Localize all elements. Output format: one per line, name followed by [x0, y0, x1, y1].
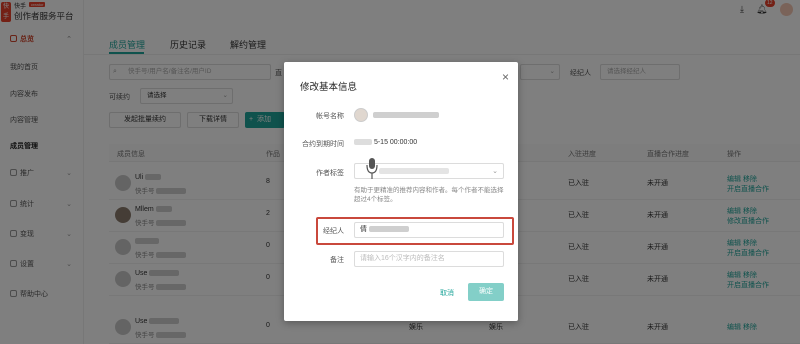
account-name-value: [373, 112, 439, 119]
remark-input[interactable]: 请输入16个汉字内的备注名: [354, 251, 504, 267]
edit-basic-info-dialog: 修改基本信息 × 帐号名称 合约到期时间 5-15 00:00:00 作者标签 …: [284, 62, 518, 321]
agent-label: 经纪人: [323, 228, 344, 235]
author-tag-label: 作者标签: [316, 170, 344, 177]
expire-label: 合约到期时间: [302, 141, 344, 148]
agent-input[interactable]: 倩: [354, 222, 504, 238]
remark-label: 备注: [330, 257, 344, 264]
microphone-icon: [366, 158, 378, 179]
chevron-down-icon: ⌄: [492, 168, 498, 175]
expire-value: 5-15 00:00:00: [354, 139, 417, 146]
author-tag-help: 有助于更精准的推荐内容和作者。每个作者不能选择超过4个标签。: [354, 187, 504, 203]
account-avatar: [354, 108, 368, 122]
dialog-title: 修改基本信息: [300, 82, 358, 93]
close-icon[interactable]: ×: [502, 71, 509, 83]
confirm-button[interactable]: 确定: [468, 283, 504, 301]
account-name-label: 帐号名称: [316, 113, 344, 120]
cancel-button[interactable]: 取消: [440, 288, 454, 298]
